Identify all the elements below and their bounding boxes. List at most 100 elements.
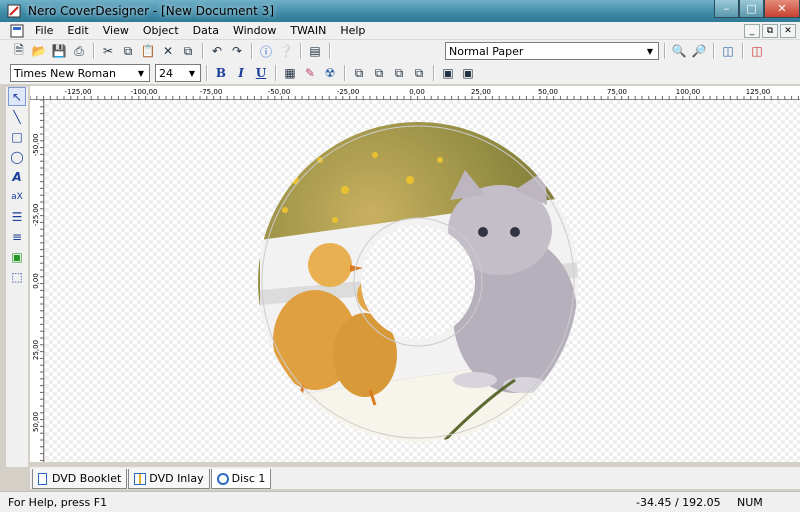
menu-object[interactable]: Object (136, 24, 186, 37)
fill-icon[interactable]: ☢ (321, 64, 339, 82)
tab-disc-1[interactable]: Disc 1 (210, 469, 272, 489)
maximize-button[interactable]: □ (739, 0, 764, 18)
standard-toolbar: 🗎 📂 💾 ⎙ ✂ ⧉ 📋 ✕ ⧉ ↶ ↷ ⓘ ❔ ▤ Normal Paper… (0, 40, 800, 62)
disc-photo (245, 110, 605, 460)
separator (93, 43, 94, 59)
status-bar: For Help, press F1 -34.45 / 192.05 NUM (0, 491, 800, 512)
send-back-icon[interactable]: ⧉ (370, 64, 388, 82)
ruler-label: 0,00 (32, 273, 40, 289)
redo-icon[interactable]: ↷ (228, 42, 246, 60)
info-icon[interactable]: ⓘ (257, 42, 275, 60)
mdi-minimize-button[interactable]: _ (744, 24, 760, 38)
ruler-label: -100,00 (130, 88, 157, 96)
minimize-icon: – (723, 2, 730, 15)
separator (251, 43, 252, 59)
bold-button[interactable]: B (212, 64, 230, 82)
bring-front-icon[interactable]: ⧉ (350, 64, 368, 82)
italic-button[interactable]: I (232, 64, 250, 82)
list-tool-icon[interactable]: ☰ (8, 207, 26, 226)
ruler-label: 125,00 (746, 88, 771, 96)
separator (433, 65, 434, 81)
rectangle-tool-icon[interactable]: □ (8, 127, 26, 146)
window-title: Nero CoverDesigner - [New Document 3] (28, 4, 274, 18)
menu-window[interactable]: Window (226, 24, 283, 37)
paper-select-value: Normal Paper (449, 44, 524, 58)
scan-icon[interactable]: ▤ (306, 42, 324, 60)
zoom-page-icon[interactable]: ◫ (719, 42, 737, 60)
separator (329, 43, 330, 59)
ruler-label: 25,00 (32, 340, 40, 360)
menu-twain[interactable]: TWAIN (283, 24, 333, 37)
new-icon[interactable]: 🗎 (10, 42, 28, 60)
title-bar: Nero CoverDesigner - [New Document 3] – … (0, 0, 800, 22)
frame-tool-icon[interactable]: ⬚ (8, 267, 26, 286)
close-icon: ✕ (777, 2, 787, 15)
ruler-label: 100,00 (676, 88, 701, 96)
paste-icon[interactable]: 📋 (139, 42, 157, 60)
font-size-select[interactable]: 24 ▼ (155, 64, 201, 82)
send-backward-icon[interactable]: ⧉ (410, 64, 428, 82)
separator (300, 43, 301, 59)
menu-view[interactable]: View (96, 24, 136, 37)
paper-select[interactable]: Normal Paper ▼ (445, 42, 659, 60)
font-family-select[interactable]: Times New Roman ▼ (10, 64, 150, 82)
separator (742, 43, 743, 59)
image-properties-icon[interactable]: ▦ (281, 64, 299, 82)
undo-icon[interactable]: ↶ (208, 42, 226, 60)
mdi-restore-button[interactable]: ⧉ (762, 24, 778, 38)
ruler-label: -125,00 (64, 88, 91, 96)
menu-help[interactable]: Help (333, 24, 372, 37)
copy-icon[interactable]: ⧉ (119, 42, 137, 60)
tab-dvd-inlay[interactable]: DVD Inlay (128, 469, 210, 489)
tool-palette: ↖ ╲ □ ◯ A aX ☰ ≡ ▣ ⬚ (6, 87, 28, 467)
design-canvas[interactable] (45, 100, 800, 462)
mdi-close-button[interactable]: ✕ (780, 24, 796, 38)
cut-icon[interactable]: ✂ (99, 42, 117, 60)
disc-icon (216, 472, 229, 485)
ruler-label: -75,00 (200, 88, 223, 96)
ruler-label: 50,00 (538, 88, 558, 96)
group-icon[interactable]: ▣ (439, 64, 457, 82)
tab-dvd-booklet[interactable]: DVD Booklet (32, 469, 128, 489)
line-tool-icon[interactable]: ╲ (8, 107, 26, 126)
menu-file[interactable]: File (28, 24, 60, 37)
chevron-down-icon: ▼ (188, 69, 196, 78)
help-icon[interactable]: ❔ (277, 42, 295, 60)
text-tool-icon[interactable]: A (8, 167, 26, 186)
delete-icon[interactable]: ✕ (159, 42, 177, 60)
separator (664, 43, 665, 59)
inlay-icon (134, 472, 147, 485)
zoom-out-icon[interactable]: 🔎 (690, 42, 708, 60)
separator (713, 43, 714, 59)
tab-label: DVD Booklet (52, 472, 122, 485)
close-button[interactable]: ✕ (764, 0, 800, 18)
ungroup-icon[interactable]: ▣ (459, 64, 477, 82)
underline-button[interactable]: U (252, 64, 270, 82)
menu-edit[interactable]: Edit (60, 24, 95, 37)
save-icon[interactable]: 💾 (50, 42, 68, 60)
font-family-value: Times New Roman (14, 66, 116, 80)
document-icon[interactable] (10, 24, 24, 38)
minimize-button[interactable]: – (714, 0, 739, 18)
select-arrow-icon[interactable]: ↖ (8, 87, 26, 106)
status-help-text: For Help, press F1 (8, 495, 108, 509)
zoom-fit-icon[interactable]: ◫ (748, 42, 766, 60)
ruler-label: -25,00 (337, 88, 360, 96)
ruler-label: -50,00 (268, 88, 291, 96)
ellipse-tool-icon[interactable]: ◯ (8, 147, 26, 166)
separator (275, 65, 276, 81)
image-tool-icon[interactable]: ▣ (8, 247, 26, 266)
print-icon[interactable]: ⎙ (70, 42, 88, 60)
menu-data[interactable]: Data (186, 24, 226, 37)
pen-icon[interactable]: ✎ (301, 64, 319, 82)
open-icon[interactable]: 📂 (30, 42, 48, 60)
duplicate-icon[interactable]: ⧉ (179, 42, 197, 60)
zoom-in-icon[interactable]: 🔍 (670, 42, 688, 60)
chevron-down-icon: ▼ (137, 69, 145, 78)
disc-artwork[interactable] (45, 100, 800, 462)
separator (206, 65, 207, 81)
field-tool-icon[interactable]: aX (8, 187, 26, 206)
horizontal-ruler: -125,00 -100,00 -75,00 -50,00 -25,00 0,00 25,0… (30, 86, 800, 100)
tree-tool-icon[interactable]: ≡ (8, 227, 26, 246)
bring-forward-icon[interactable]: ⧉ (390, 64, 408, 82)
